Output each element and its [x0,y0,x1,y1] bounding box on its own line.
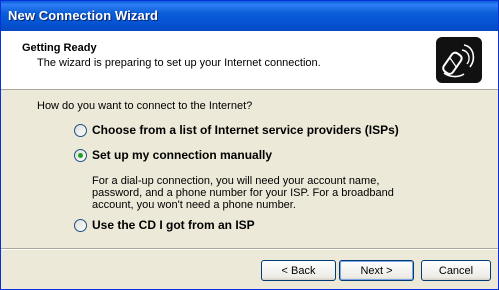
option-choose-isp[interactable]: Choose from a list of Internet service p… [74,123,399,137]
radio-manual[interactable] [74,148,87,162]
window-title: New Connection Wizard [8,8,159,23]
option-choose-isp-label: Choose from a list of Internet service p… [92,123,399,137]
title-bar[interactable]: New Connection Wizard [1,1,498,31]
back-button[interactable]: < Back [261,260,336,281]
cancel-button[interactable]: Cancel [421,260,491,281]
option-use-cd-label: Use the CD I got from an ISP [92,218,255,232]
wizard-window: New Connection Wizard Getting Ready The … [0,0,499,290]
wizard-content: How do you want to connect to the Intern… [1,90,498,241]
next-button[interactable]: Next > [339,260,414,281]
manual-description: For a dial-up connection, you will need … [92,175,394,211]
option-manual-label: Set up my connection manually [92,148,273,162]
radio-use-cd[interactable] [74,218,87,232]
header-title: Getting Ready [22,42,97,54]
option-manual[interactable]: Set up my connection manually [74,148,272,162]
wizard-header: Getting Ready The wizard is preparing to… [1,31,498,90]
header-subtitle: The wizard is preparing to set up your I… [37,57,321,69]
radio-choose-isp[interactable] [74,123,87,137]
option-use-cd[interactable]: Use the CD I got from an ISP [74,218,255,232]
phone-connection-icon [436,37,482,83]
connection-question: How do you want to connect to the Intern… [37,100,253,112]
button-separator [1,248,498,250]
